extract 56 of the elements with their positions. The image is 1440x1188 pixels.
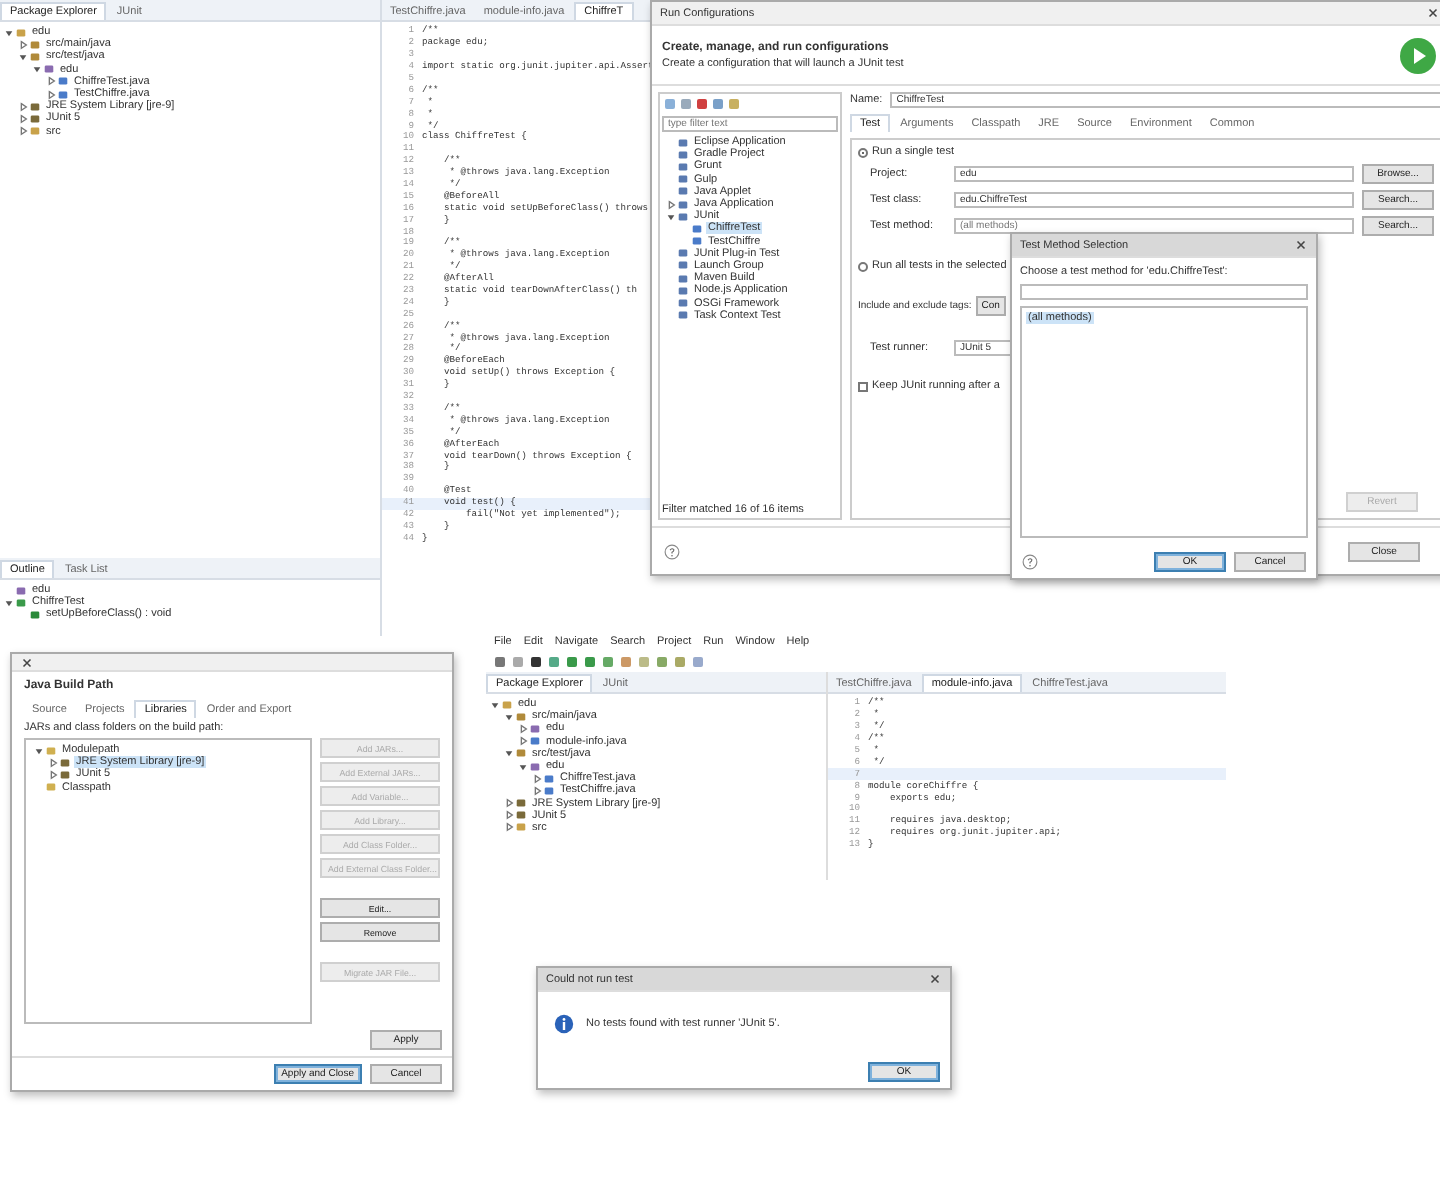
twisty-icon[interactable] <box>32 64 42 75</box>
delete-icon[interactable] <box>696 98 708 110</box>
twisty-icon[interactable] <box>18 113 28 124</box>
twisty-icon[interactable] <box>518 723 528 734</box>
package-icon <box>16 585 26 596</box>
twisty-icon[interactable] <box>666 211 676 222</box>
twisty-icon[interactable] <box>18 39 28 50</box>
twisty-icon[interactable] <box>504 822 514 833</box>
source-folder-icon <box>516 748 526 759</box>
twisty-icon[interactable] <box>666 199 676 210</box>
duplicate-icon[interactable] <box>680 98 692 110</box>
twisty-icon[interactable] <box>18 126 28 137</box>
info-icon <box>554 1014 574 1034</box>
close-icon[interactable] <box>928 972 942 986</box>
package-icon <box>530 723 540 734</box>
twisty-icon[interactable] <box>48 757 58 768</box>
twisty-icon[interactable] <box>532 785 542 796</box>
close-icon[interactable] <box>20 655 34 669</box>
project-icon <box>30 126 40 137</box>
twisty-icon[interactable] <box>46 76 56 87</box>
twisty-icon[interactable] <box>4 597 14 608</box>
twisty-icon[interactable] <box>504 748 514 759</box>
java-file-icon <box>530 736 540 747</box>
radio-button[interactable] <box>858 261 868 271</box>
package-icon <box>44 64 54 75</box>
help-icon[interactable] <box>664 543 680 559</box>
project-icon <box>502 699 512 710</box>
radio-button[interactable] <box>858 147 868 157</box>
twisty-icon[interactable] <box>34 745 44 756</box>
twisty-icon[interactable] <box>504 711 514 722</box>
twisty-icon[interactable] <box>518 761 528 772</box>
checkbox[interactable] <box>858 381 868 391</box>
folder-icon <box>46 745 56 756</box>
package-icon <box>530 761 540 772</box>
twisty-icon[interactable] <box>18 51 28 62</box>
filter-field[interactable] <box>1020 284 1308 300</box>
method-icon <box>30 609 40 620</box>
folder-icon <box>46 782 56 793</box>
project-icon <box>516 822 526 833</box>
twisty-icon[interactable] <box>504 810 514 821</box>
project-icon <box>16 27 26 38</box>
twisty-icon[interactable] <box>518 736 528 747</box>
help-icon[interactable] <box>1022 554 1038 570</box>
close-icon[interactable] <box>1426 6 1440 20</box>
class-icon <box>16 597 26 608</box>
twisty-icon[interactable] <box>504 798 514 809</box>
source-folder-icon <box>516 711 526 722</box>
twisty-icon[interactable] <box>490 699 500 710</box>
twisty-icon[interactable] <box>48 769 58 780</box>
twisty-icon[interactable] <box>4 27 14 38</box>
collapse-icon[interactable] <box>712 98 724 110</box>
twisty-icon[interactable] <box>18 101 28 112</box>
close-icon[interactable] <box>1294 238 1308 252</box>
twisty-icon[interactable] <box>46 89 56 100</box>
twisty-icon[interactable] <box>532 773 542 784</box>
new-config-icon[interactable] <box>664 98 676 110</box>
